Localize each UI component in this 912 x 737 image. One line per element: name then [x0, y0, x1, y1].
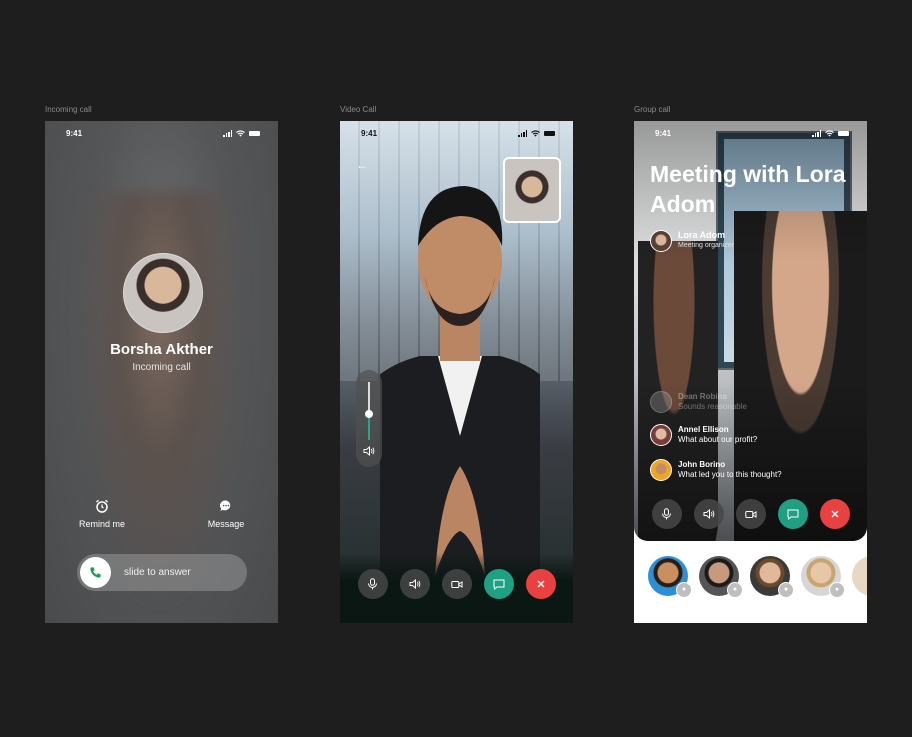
battery-icon — [838, 131, 849, 136]
chat-sender: John Borino — [678, 460, 726, 469]
status-time: 9:41 — [655, 129, 672, 138]
call-controls — [340, 569, 573, 599]
battery-icon — [249, 131, 260, 136]
chat-button[interactable] — [777, 499, 808, 529]
participant-strip: ● ● ● ● — [648, 556, 867, 598]
status-time: 9:41 — [66, 129, 83, 138]
microphone-icon — [368, 578, 377, 590]
chat-sender: Dean Robins — [678, 392, 727, 401]
end-call-button[interactable] — [819, 499, 850, 529]
speaker-icon — [363, 446, 375, 456]
message-button[interactable]: Message — [191, 499, 261, 529]
microphone-button[interactable] — [651, 499, 682, 529]
caller-status: Incoming call — [132, 362, 191, 373]
chat-message: Annel Ellison What about our profit? — [650, 424, 850, 446]
microphone-icon — [662, 508, 671, 520]
message-label: Message — [207, 519, 245, 529]
avatar — [650, 230, 672, 252]
avatar — [650, 424, 672, 446]
frame-label-incoming: Incoming call — [45, 105, 92, 114]
slide-to-answer-label: slide to answer — [124, 567, 191, 578]
chat-icon — [493, 579, 504, 590]
chat-icon — [787, 509, 798, 520]
meeting-video: 9:41 Meeting with Lora Adom Lora Adom Me… — [634, 121, 867, 541]
host-role: Meeting organizer — [678, 242, 735, 249]
wifi-icon — [825, 130, 834, 137]
end-call-icon — [537, 580, 544, 588]
volume-slider[interactable] — [356, 370, 382, 467]
avatar — [650, 459, 672, 481]
chat-sender: Annel Ellison — [678, 425, 729, 434]
status-time: 9:41 — [361, 129, 378, 138]
wifi-icon — [531, 130, 540, 137]
participant-avatar[interactable]: ● — [699, 556, 743, 598]
alarm-icon — [96, 499, 108, 513]
status-bar: 9:41 — [45, 129, 278, 141]
host-name: Lora Adom — [678, 230, 726, 240]
end-call-icon — [831, 510, 838, 518]
frame-label-video: Video Call — [340, 105, 377, 114]
camera-icon — [450, 580, 462, 588]
remote-participant-video — [380, 186, 540, 606]
phone-icon — [90, 567, 101, 578]
slide-to-answer-track[interactable]: slide to answer — [77, 554, 247, 591]
participant-avatar[interactable] — [852, 556, 867, 596]
signal-icon — [518, 130, 527, 137]
microphone-button[interactable] — [357, 569, 388, 599]
frame-label-group: Group call — [634, 105, 671, 114]
participant-avatar[interactable]: ● — [750, 556, 794, 598]
participant-avatar[interactable]: ● — [648, 556, 692, 598]
signal-icon — [812, 130, 821, 137]
self-view-thumbnail[interactable] — [503, 157, 561, 223]
signal-icon — [223, 130, 232, 137]
chat-message: Dean Robins Sounds reasonable — [650, 391, 850, 413]
end-call-button[interactable] — [525, 569, 556, 599]
call-controls — [634, 499, 867, 529]
chat-text: What led you to this thought? — [678, 470, 782, 479]
wifi-icon — [236, 130, 245, 137]
microphone-icon: ● — [676, 582, 692, 598]
speaker-icon — [703, 509, 714, 519]
volume-thumb[interactable] — [365, 409, 373, 418]
microphone-icon: ● — [829, 582, 845, 598]
video-call-screen: ← 9:41 — [340, 121, 573, 623]
speaker-button[interactable] — [693, 499, 724, 529]
group-call-screen: 9:41 Meeting with Lora Adom Lora Adom Me… — [634, 121, 867, 623]
caller-name: Borsha Akther — [110, 341, 213, 358]
battery-icon — [544, 131, 555, 136]
chat-button[interactable] — [483, 569, 514, 599]
participant-avatar[interactable]: ● — [801, 556, 845, 598]
camera-icon — [744, 510, 756, 518]
chat-message: John Borino What led you to this thought… — [650, 459, 850, 481]
meeting-title: Meeting with Lora Adom — [650, 161, 846, 217]
remind-me-button[interactable]: Remind me — [67, 499, 137, 529]
message-icon — [219, 500, 231, 512]
caller-avatar — [123, 253, 203, 333]
avatar — [650, 391, 672, 413]
chat-text: Sounds reasonable — [678, 402, 747, 411]
camera-button[interactable] — [441, 569, 472, 599]
remind-me-label: Remind me — [78, 519, 125, 529]
chat-text: What about our profit? — [678, 435, 758, 444]
back-arrow-icon[interactable]: ← — [356, 158, 368, 172]
camera-button[interactable] — [735, 499, 766, 529]
answer-knob[interactable] — [80, 557, 111, 588]
status-bar: 9:41 — [634, 129, 867, 141]
status-bar: 9:41 — [340, 129, 573, 141]
speaker-icon — [409, 579, 420, 589]
incoming-call-screen: 9:41 Borsha Akther Incoming call Remind … — [45, 121, 278, 623]
microphone-icon: ● — [778, 582, 794, 598]
speaker-button[interactable] — [399, 569, 430, 599]
microphone-icon: ● — [727, 582, 743, 598]
